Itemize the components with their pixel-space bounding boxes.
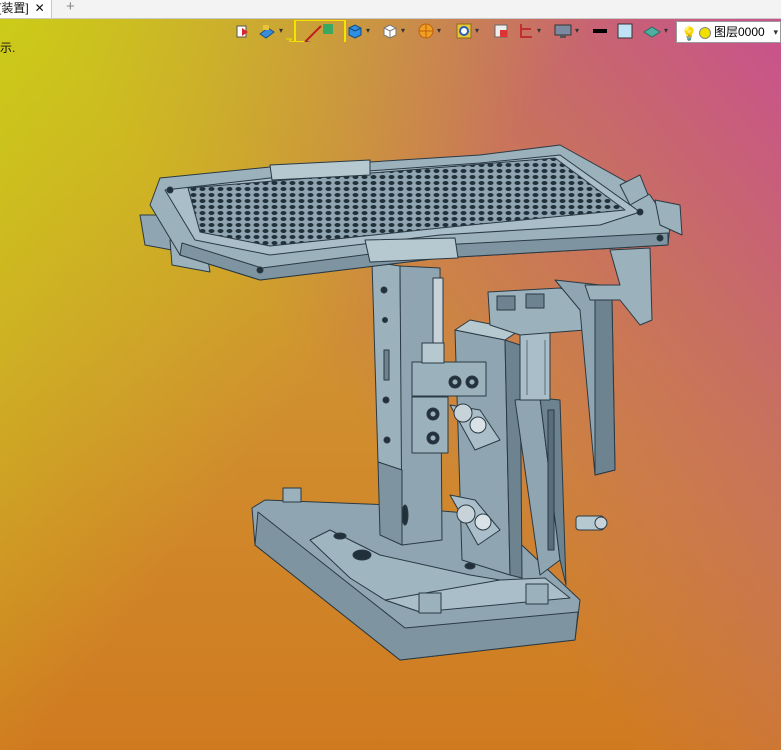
assembly-model[interactable] — [0, 0, 781, 750]
top-tray — [139, 144, 683, 281]
guide-rod — [432, 277, 444, 354]
